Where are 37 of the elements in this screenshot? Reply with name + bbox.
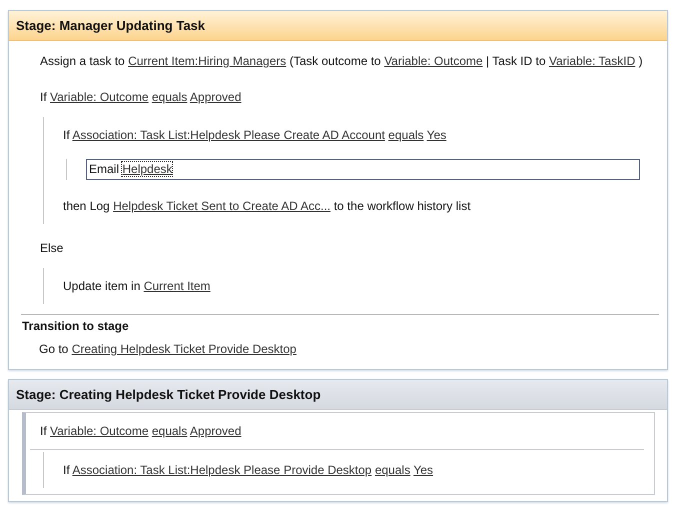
section-heading: Transition to stage <box>21 318 130 334</box>
link[interactable]: equals <box>388 128 424 142</box>
link[interactable]: Variable: TaskID <box>548 54 636 68</box>
statement-text: (Task outcome to <box>289 54 381 68</box>
action-box[interactable]: Email Helpdesk <box>86 159 640 180</box>
statement-text: If <box>63 128 70 142</box>
link[interactable]: Yes <box>426 128 446 142</box>
link[interactable]: Association: Task List:Helpdesk Please Provide Desktop <box>72 463 372 477</box>
statement-text: then Log <box>63 199 110 213</box>
link[interactable]: Approved <box>190 90 242 104</box>
statement-text: If <box>63 463 70 477</box>
statement-text: ) <box>638 54 643 68</box>
statement-text: Assign a task to <box>40 54 125 68</box>
statement-text: If <box>40 90 47 104</box>
link[interactable]: equals <box>374 463 410 477</box>
link[interactable]: Variable: Outcome <box>50 424 149 438</box>
statement-text: If <box>40 424 47 438</box>
link[interactable]: equals <box>152 424 188 438</box>
link[interactable]: equals <box>152 90 188 104</box>
link[interactable]: Current Item <box>144 279 210 293</box>
link[interactable]: Current Item:Hiring Managers <box>128 54 286 68</box>
link[interactable]: Creating Helpdesk Ticket Provide Desktop <box>72 342 296 356</box>
statement-text: Update item in <box>63 279 140 293</box>
link[interactable]: Variable: Outcome <box>50 90 149 104</box>
link[interactable]: Yes <box>413 463 434 477</box>
statement-text: | Task ID to <box>486 54 546 68</box>
statement-text: to the workflow history list <box>334 199 471 213</box>
link[interactable]: Approved <box>190 424 242 438</box>
link[interactable]: Association: Task List:Helpdesk Please Create AD Account <box>72 128 385 142</box>
link[interactable]: Variable: Outcome <box>384 54 483 68</box>
link[interactable]: Helpdesk Ticket Sent to Create AD Acc... <box>113 199 330 213</box>
stage-header[interactable]: Stage: Creating Helpdesk Ticket Provide Desktop <box>9 380 667 410</box>
statement-text: Else <box>40 241 64 255</box>
statement-text: Email <box>89 162 120 176</box>
statement-text: Go to <box>39 342 68 356</box>
link[interactable]: Helpdesk <box>122 162 172 176</box>
stage-header[interactable]: Stage: Manager Updating Task <box>9 11 667 41</box>
